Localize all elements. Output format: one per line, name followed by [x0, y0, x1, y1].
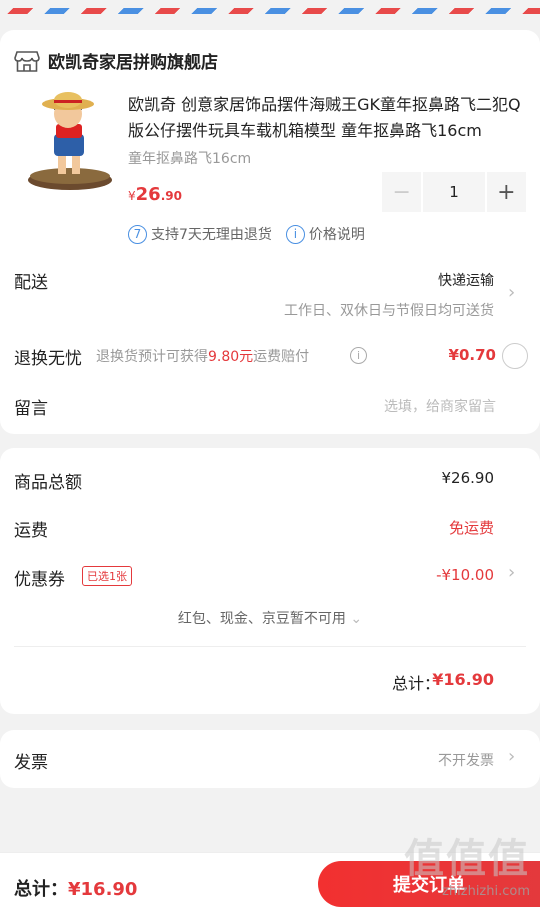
chevron-down-icon: ⌄	[350, 611, 363, 627]
price-currency: ¥	[128, 189, 136, 203]
shipping-value: 免运费	[448, 519, 494, 537]
submit-order-button[interactable]: 提交订单	[318, 861, 540, 907]
price-explanation-link[interactable]: 价格说明	[309, 224, 365, 244]
plus-icon[interactable]: +	[486, 172, 526, 212]
store-card: 欧凯奇家居拼购旗舰店 欧凯奇 创意家居饰品摆件海贼王GK童年抠鼻路飞二犯Q版公仔…	[0, 30, 540, 434]
return-insurance-note: 退换货预计可获得9.80元运费赔付	[96, 346, 309, 366]
delivery-note: 工作日、双休日与节假日均可送货	[284, 303, 494, 319]
return-insurance-radio[interactable]	[502, 343, 528, 369]
return-note-pre: 退换货预计可获得	[96, 349, 208, 365]
goods-total-label: 商品总额	[14, 473, 82, 493]
chevron-right-icon[interactable]: ›	[508, 746, 515, 767]
bottom-bar: 总计：¥16.90 提交订单	[0, 852, 540, 912]
product-price: ¥26.90	[128, 184, 182, 205]
store-name: 欧凯奇家居拼购旗舰店	[48, 53, 218, 73]
quantity-value[interactable]: 1	[423, 172, 485, 212]
minus-icon[interactable]: −	[382, 172, 422, 212]
store-header[interactable]: 欧凯奇家居拼购旗舰店	[14, 48, 218, 73]
envelope-stripe	[0, 8, 540, 14]
product-title[interactable]: 欧凯奇 创意家居饰品摆件海贼王GK童年抠鼻路飞二犯Q版公仔摆件玩具车载机箱模型 …	[128, 92, 524, 144]
unavailable-text: 红包、现金、京豆暂不可用	[177, 611, 346, 627]
return-insurance-price: ¥0.70	[448, 346, 496, 364]
bottom-total-label: 总计：	[14, 879, 68, 900]
delivery-method[interactable]: 快递运输	[438, 270, 494, 290]
price-decimal: .90	[160, 189, 182, 203]
summary-card: 商品总额 ¥26.90 运费 免运费 优惠券 已选1张 -¥10.00 › 红包…	[0, 448, 540, 714]
info-icon: i	[285, 224, 305, 244]
coupon-label: 优惠券	[14, 570, 65, 590]
bottom-total-value: ¥16.90	[68, 879, 138, 900]
coupon-value[interactable]: -¥10.00	[436, 566, 494, 584]
invoice-value: 不开发票	[438, 753, 494, 769]
chevron-right-icon[interactable]: ›	[508, 562, 515, 583]
product-image[interactable]	[18, 88, 118, 192]
service-row: 7 支持7天无理由退货 i 价格说明	[128, 224, 365, 244]
return-note-post: 运费赔付	[253, 349, 310, 365]
return-policy-text[interactable]: 支持7天无理由退货	[151, 224, 272, 244]
chevron-right-icon[interactable]: ›	[508, 282, 515, 303]
coupon-badge: 已选1张	[82, 566, 132, 586]
return-note-amount: 9.80元	[208, 349, 254, 365]
invoice-card[interactable]: 发票 不开发票 ›	[0, 730, 540, 788]
delivery-label: 配送	[14, 273, 48, 293]
store-icon	[14, 50, 40, 72]
message-input[interactable]: 选填，给商家留言	[384, 396, 496, 416]
shipping-label: 运费	[14, 521, 48, 541]
product-spec: 童年抠鼻路飞16cm	[128, 151, 252, 167]
return-insurance-label: 退换无忧	[14, 349, 82, 369]
quantity-stepper: − 1 +	[382, 172, 526, 212]
price-integer: 26	[135, 184, 161, 205]
summary-total-value: ¥16.90	[432, 670, 494, 689]
message-label: 留言	[14, 399, 48, 419]
goods-total-value: ¥26.90	[441, 469, 495, 487]
bottom-total: 总计：¥16.90	[14, 875, 137, 901]
invoice-label: 发票	[14, 753, 48, 773]
info-icon[interactable]: i	[350, 347, 367, 364]
divider	[14, 646, 526, 647]
unavailable-row[interactable]: 红包、现金、京豆暂不可用 ⌄	[0, 608, 540, 628]
seven-day-icon: 7	[128, 224, 147, 244]
